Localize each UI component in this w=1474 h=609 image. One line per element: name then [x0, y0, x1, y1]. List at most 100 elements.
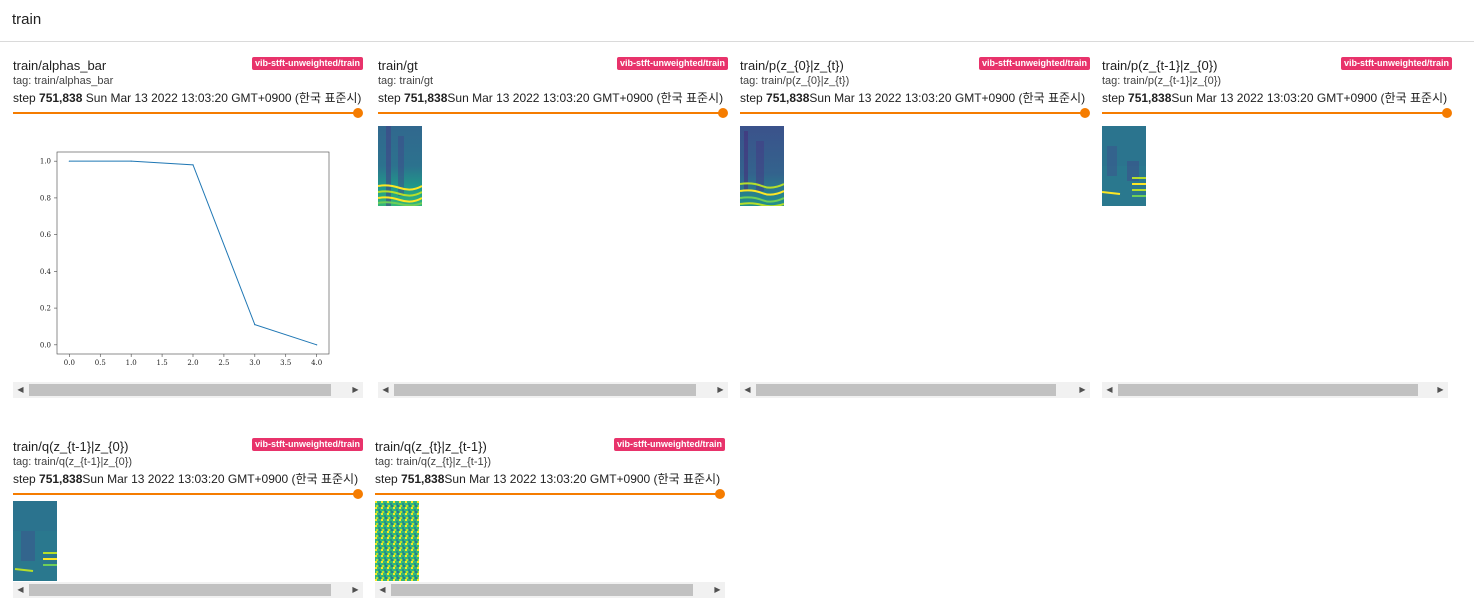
scroll-left-icon[interactable]: ◀ [740, 382, 755, 398]
scroll-left-icon[interactable]: ◀ [13, 382, 28, 398]
step-info: step 751,838Sun Mar 13 2022 13:03:20 GMT… [13, 470, 358, 487]
x-tick-label: 3.5 [280, 359, 291, 367]
tag-label: tag: train/p(z_{0}|z_{t}) [740, 75, 850, 87]
slider-track [375, 493, 721, 495]
scroll-thumb[interactable] [29, 384, 331, 396]
card-title: train/alphas_bar [13, 58, 107, 73]
timestamp: Sun Mar 13 2022 13:03:20 GMT+0900 (한국 표준… [1171, 91, 1448, 105]
horizontal-scrollbar[interactable]: ◀ ▶ [1102, 382, 1448, 398]
slider-thumb[interactable] [1080, 108, 1090, 118]
spectrogram-image[interactable] [1102, 126, 1146, 206]
tag-label: tag: train/q(z_{t}|z_{t-1}) [375, 456, 491, 468]
scroll-left-icon[interactable]: ◀ [1102, 382, 1117, 398]
x-tick-label: 0.0 [64, 359, 75, 367]
scroll-thumb[interactable] [756, 384, 1056, 396]
scroll-thumb[interactable] [394, 384, 696, 396]
slider-thumb[interactable] [715, 489, 725, 499]
scroll-right-icon[interactable]: ▶ [1433, 382, 1448, 398]
step-info: step 751,838Sun Mar 13 2022 13:03:20 GMT… [740, 89, 1085, 106]
spectrogram-image[interactable] [378, 126, 422, 206]
scroll-left-icon[interactable]: ◀ [375, 582, 390, 598]
step-slider[interactable] [13, 489, 363, 499]
horizontal-scrollbar[interactable]: ◀ ▶ [378, 382, 728, 398]
step-label: step [13, 472, 36, 486]
page-header: train [0, 0, 1474, 42]
scroll-thumb[interactable] [29, 584, 331, 596]
page-title: train [12, 11, 42, 28]
y-tick-label: 0.0 [40, 341, 51, 349]
step-info: step 751,838Sun Mar 13 2022 13:03:20 GMT… [378, 89, 723, 106]
step-info: step 751,838Sun Mar 13 2022 13:03:20 GMT… [375, 470, 720, 487]
x-tick-label: 1.5 [157, 359, 168, 367]
tag-label: tag: train/p(z_{t-1}|z_{0}) [1102, 75, 1222, 87]
card-title: train/p(z_{0}|z_{t}) [740, 58, 844, 73]
slider-track [1102, 112, 1448, 114]
run-badge: vib-stft-unweighted/train [617, 57, 728, 70]
timestamp: Sun Mar 13 2022 13:03:20 GMT+0900 (한국 표준… [85, 91, 362, 105]
timestamp: Sun Mar 13 2022 13:03:20 GMT+0900 (한국 표준… [444, 472, 721, 486]
x-tick-label: 2.5 [218, 359, 229, 367]
step-slider[interactable] [13, 108, 363, 118]
y-tick-label: 0.4 [40, 268, 52, 276]
tag-label: tag: train/gt [378, 75, 434, 87]
horizontal-scrollbar[interactable]: ◀ ▶ [13, 582, 363, 598]
step-info: step 751,838 Sun Mar 13 2022 13:03:20 GM… [13, 89, 361, 106]
card-title: train/q(z_{t-1}|z_{0}) [13, 439, 129, 454]
y-tick-label: 0.2 [40, 305, 51, 313]
tag-label: tag: train/q(z_{t-1}|z_{0}) [13, 456, 133, 468]
scroll-left-icon[interactable]: ◀ [13, 582, 28, 598]
horizontal-scrollbar[interactable]: ◀ ▶ [375, 582, 725, 598]
scroll-right-icon[interactable]: ▶ [710, 582, 725, 598]
card-q-zt1-z0: train/q(z_{t-1}|z_{0}) vib-stft-unweight… [13, 438, 363, 601]
slider-thumb[interactable] [1442, 108, 1452, 118]
data-point [254, 324, 256, 326]
scroll-thumb[interactable] [1118, 384, 1418, 396]
step-slider[interactable] [1102, 108, 1452, 118]
horizontal-scrollbar[interactable]: ◀ ▶ [13, 382, 363, 398]
timestamp: Sun Mar 13 2022 13:03:20 GMT+0900 (한국 표준… [809, 91, 1086, 105]
step-info: step 751,838Sun Mar 13 2022 13:03:20 GMT… [1102, 89, 1447, 106]
run-badge: vib-stft-unweighted/train [252, 57, 363, 70]
spectrogram-image[interactable] [740, 126, 784, 206]
step-slider[interactable] [740, 108, 1090, 118]
run-badge: vib-stft-unweighted/train [614, 438, 725, 451]
step-label: step [1102, 91, 1125, 105]
slider-thumb[interactable] [353, 489, 363, 499]
card-p-z0-zt: train/p(z_{0}|z_{t}) vib-stft-unweighted… [740, 57, 1090, 400]
plot-frame [56, 151, 330, 355]
step-value: 751,838 [766, 91, 810, 105]
x-tick-label: 2.0 [187, 359, 198, 367]
scroll-right-icon[interactable]: ▶ [348, 582, 363, 598]
run-badge: vib-stft-unweighted/train [1341, 57, 1452, 70]
scroll-right-icon[interactable]: ▶ [713, 382, 728, 398]
slider-track [378, 112, 724, 114]
timestamp: Sun Mar 13 2022 13:03:20 GMT+0900 (한국 표준… [447, 91, 724, 105]
step-label: step [740, 91, 763, 105]
data-point [68, 160, 70, 162]
slider-track [13, 493, 359, 495]
step-slider[interactable] [378, 108, 728, 118]
scroll-left-icon[interactable]: ◀ [378, 382, 393, 398]
scroll-right-icon[interactable]: ▶ [348, 382, 363, 398]
scroll-right-icon[interactable]: ▶ [1075, 382, 1090, 398]
y-tick-label: 1.0 [40, 158, 51, 166]
slider-track [740, 112, 1086, 114]
card-title: train/gt [378, 58, 418, 73]
noise-image[interactable] [375, 501, 419, 581]
slider-thumb[interactable] [718, 108, 728, 118]
step-value: 751,838 [39, 91, 83, 105]
card-title: train/p(z_{t-1}|z_{0}) [1102, 58, 1218, 73]
data-point [316, 344, 318, 346]
step-value: 751,838 [1128, 91, 1172, 105]
horizontal-scrollbar[interactable]: ◀ ▶ [740, 382, 1090, 398]
card-title: train/q(z_{t}|z_{t-1}) [375, 439, 487, 454]
step-value: 751,838 [401, 472, 445, 486]
x-tick-label: 4.0 [311, 359, 322, 367]
step-slider[interactable] [375, 489, 725, 499]
slider-thumb[interactable] [353, 108, 363, 118]
step-value: 751,838 [39, 472, 83, 486]
y-tick-label: 0.8 [40, 194, 51, 202]
scroll-thumb[interactable] [391, 584, 693, 596]
step-value: 751,838 [404, 91, 448, 105]
spectrogram-image[interactable] [13, 501, 57, 581]
